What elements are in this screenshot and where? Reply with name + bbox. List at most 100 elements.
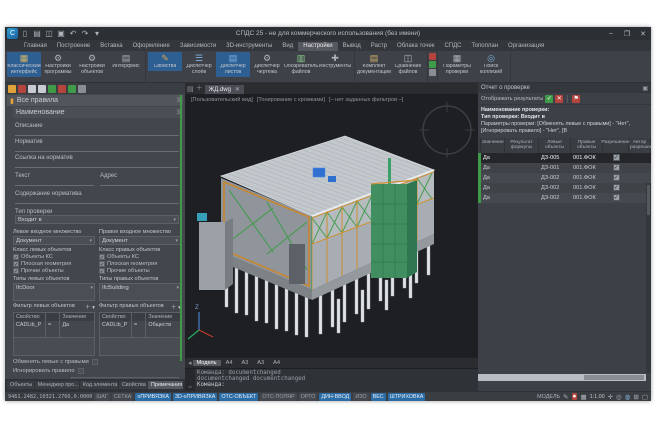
rule-field-input[interactable]	[15, 161, 179, 168]
ribbon-tab[interactable]: СПДС	[439, 42, 466, 51]
status-toggle[interactable]: ВЕС	[371, 393, 386, 401]
vertical-scrollbar[interactable]	[646, 183, 651, 373]
close-button[interactable]: ✕	[635, 27, 651, 40]
viewport-control[interactable]: [Тонирование с кромками]	[257, 97, 325, 103]
status-toggle[interactable]: ШТРИХОВКА	[388, 393, 426, 401]
document-tab[interactable]: ЖД.dwg ✕	[205, 85, 244, 94]
ribbon-tab[interactable]: Организация	[503, 42, 549, 51]
ribbon-button[interactable]: ◫ Сравнение файлов	[391, 52, 425, 77]
ribbon-button[interactable]: ▤ Интерфейс	[109, 52, 143, 71]
new-rule-folder-icon[interactable]	[8, 85, 16, 93]
clean-screen-icon[interactable]: ▢	[642, 393, 648, 401]
mini-red-icon[interactable]	[429, 53, 436, 60]
command-prompt[interactable]: Команда:	[197, 382, 476, 388]
left-types-list[interactable]: IfcDoor ▾	[13, 283, 95, 301]
ribbon-button[interactable]: ▤ Комплект документации	[357, 52, 391, 77]
rule-item-name[interactable]: Наименование 3	[13, 107, 183, 118]
show-failed-icon[interactable]: ✕	[555, 95, 563, 103]
ribbon-tab[interactable]: 3D-инструменты	[221, 42, 277, 51]
ribbon-button[interactable]: ☰ Диспетчер слоёв	[182, 52, 216, 77]
ribbon-tab[interactable]: Оформление	[128, 42, 175, 51]
class-checkbox-row[interactable]: ✓ Плоская геометрия	[99, 261, 181, 267]
resolution-checkbox[interactable]: ✓	[613, 154, 620, 161]
filter-row-empty[interactable]	[100, 329, 180, 337]
qat-icon[interactable]: ▤	[32, 29, 42, 38]
class-checkbox-row[interactable]: ✓ Плоская геометрия	[13, 261, 95, 267]
settings-rules-icon[interactable]	[78, 85, 86, 93]
status-toggle[interactable]: ОТС-ОБЪЕКТ	[219, 393, 258, 401]
viewport-control[interactable]: [– нет заданных фильтров –]	[329, 97, 403, 103]
rules-tree-root[interactable]: ▮ Все правила 3	[7, 95, 183, 106]
copy-rule-icon[interactable]	[28, 85, 36, 93]
zoom-icon[interactable]: ◎	[616, 393, 622, 401]
new-doc-icon[interactable]: ＋	[196, 83, 203, 93]
layout-tab[interactable]: А3	[253, 360, 268, 366]
status-toggle[interactable]: оПРИВЯЗКА	[135, 393, 171, 401]
addr-input[interactable]	[100, 179, 179, 186]
command-line[interactable]: ⌨ Команда: documentchanged documentchang…	[185, 368, 478, 391]
ribbon-tab[interactable]: Построение	[52, 42, 95, 51]
space-indicator[interactable]: МОДЕЛЬ	[537, 394, 560, 400]
qat-icon[interactable]: ▾	[92, 29, 102, 38]
qat-icon[interactable]: ↷	[80, 29, 90, 38]
stop-check-icon[interactable]	[58, 85, 66, 93]
maximize-button[interactable]: ❐	[619, 27, 635, 40]
flag-icon[interactable]: ⚑	[572, 95, 580, 103]
table-row[interactable]: Да ДЗ-002 001.ФОК ✓	[478, 183, 651, 193]
panel-scroll-indicator[interactable]	[180, 95, 182, 361]
ribbon-button[interactable]: ▦ Параметры проверки	[440, 52, 474, 77]
right-types-list[interactable]: IfcBuilding ▾	[99, 283, 181, 301]
qat-icon[interactable]: ◫	[44, 29, 54, 38]
panel-tab[interactable]: Код элемента	[80, 381, 118, 389]
orbit-icon[interactable]: ◍	[625, 393, 631, 401]
ribbon-button[interactable]: ◎ Поиск коллизий	[474, 52, 508, 77]
status-toggle[interactable]: 3D-оПРИВЯЗКА	[173, 393, 217, 401]
filter-row[interactable]: CADLib_Р = Да	[14, 321, 94, 329]
layout-tab[interactable]: А4	[269, 360, 284, 366]
export-rules-icon[interactable]	[68, 85, 76, 93]
panel-tab[interactable]: Свойства	[119, 381, 147, 389]
status-toggle[interactable]: ШАГ	[94, 393, 109, 401]
ribbon-button[interactable]: ▦ Классический интерфейс	[7, 52, 41, 77]
qat-icon[interactable]: ▯	[20, 29, 30, 38]
swap-option[interactable]: Обменять левые с правыми ✓	[13, 359, 185, 365]
filter-row-empty[interactable]	[14, 329, 94, 337]
status-toggle[interactable]: ОТС-ПОЛЯР	[260, 393, 296, 401]
ignore-option[interactable]: Игнорировать правило ✓	[13, 368, 185, 374]
panel-tab[interactable]: Объекты	[7, 381, 34, 389]
ribbon-button[interactable]: ⚙ Диспетчер чертежа	[250, 52, 284, 77]
show-passed-icon[interactable]: ✓	[545, 95, 553, 103]
pan-icon[interactable]: ✛	[608, 393, 613, 401]
class-checkbox-row[interactable]: ✓ Прочие объекты	[99, 268, 181, 274]
close-tab-icon[interactable]: ✕	[235, 86, 240, 93]
ribbon-tab[interactable]: Растр	[366, 42, 392, 51]
layout-tab[interactable]: Модель	[193, 360, 221, 366]
viewport-control[interactable]: [Пользовательский вид]	[191, 97, 253, 103]
fullscreen-icon[interactable]: ⊞	[633, 393, 638, 401]
table-row[interactable]: Да ДЗ-002 001.ФОК ✓	[478, 193, 651, 203]
layout-tab[interactable]: А4	[222, 360, 237, 366]
panel-tab[interactable]: Менеджер про...	[35, 381, 79, 389]
rule-field-input[interactable]	[15, 145, 179, 152]
check-type-select[interactable]: Входит в ▾	[15, 215, 179, 224]
ribbon-button[interactable]: ▤ Диспетчер листов	[216, 52, 250, 77]
left-doc-select[interactable]: Документ ▾	[13, 236, 95, 245]
text-input[interactable]	[15, 179, 94, 186]
resolution-checkbox[interactable]: ✓	[613, 174, 620, 181]
status-toggle[interactable]: СЕТКА	[112, 393, 134, 401]
qat-icon[interactable]: ▣	[56, 29, 66, 38]
resolution-checkbox[interactable]: ✓	[613, 164, 620, 171]
ribbon-tab[interactable]: Вид	[277, 42, 298, 51]
filter-row[interactable]: CADLib_Р = Обществ	[100, 321, 180, 329]
class-checkbox-row[interactable]: ✓ Объекты КС	[13, 254, 95, 260]
mini-green-icon[interactable]	[429, 61, 436, 68]
resolution-checkbox[interactable]: ✓	[613, 194, 620, 201]
ribbon-tab[interactable]: Настройки	[298, 42, 337, 51]
ribbon-button[interactable]: ⚙ Настройки программы	[41, 52, 75, 77]
table-row[interactable]: Да ДЗ-001 001.ФОК ✓	[478, 163, 651, 173]
home-view-icon[interactable]: ▤	[187, 85, 194, 93]
status-toggle[interactable]: ИЗО	[353, 393, 368, 401]
status-toggle[interactable]: ОРТО	[299, 393, 318, 401]
ribbon-tab[interactable]: Зависимости	[175, 42, 221, 51]
pin-icon[interactable]: ▣	[642, 85, 648, 92]
